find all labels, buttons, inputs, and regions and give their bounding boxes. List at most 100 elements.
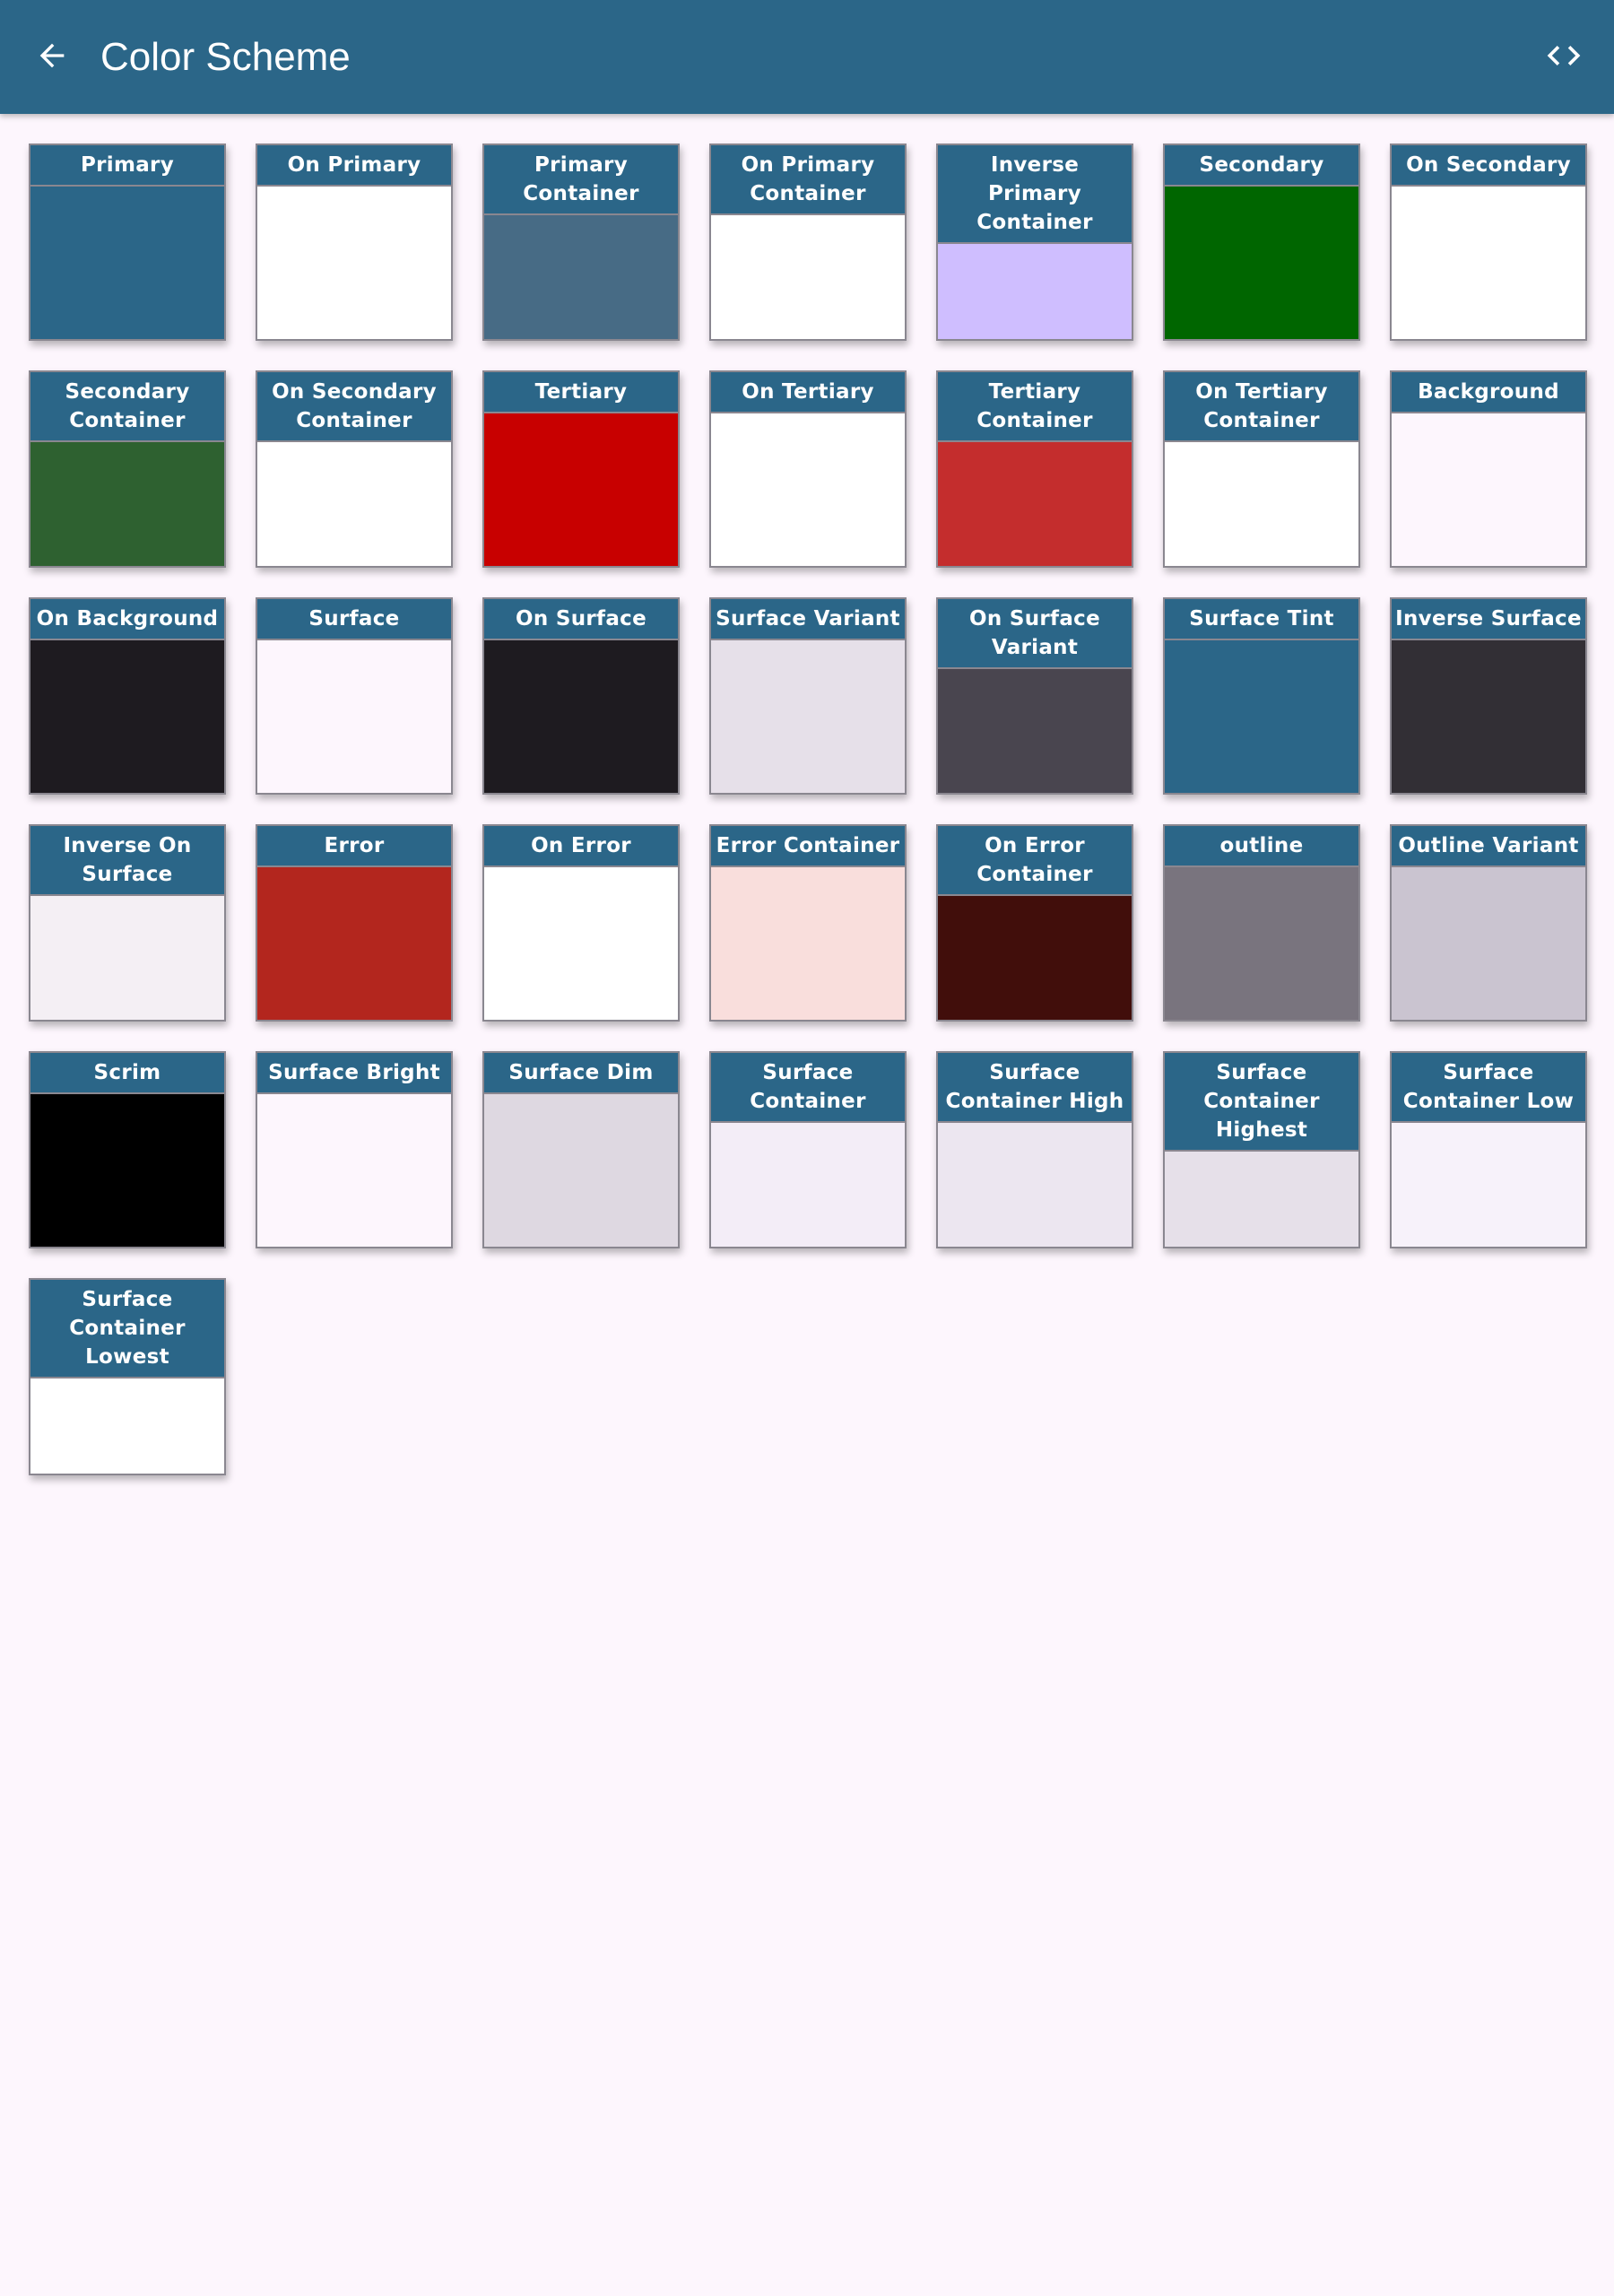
swatch-color bbox=[1392, 867, 1585, 1020]
swatch-color bbox=[711, 640, 905, 793]
color-swatch: On Secondary bbox=[1390, 144, 1587, 341]
color-swatch: Outline Variant bbox=[1390, 824, 1587, 1022]
color-swatch: Primary bbox=[29, 144, 226, 341]
swatch-label: Tertiary Container bbox=[938, 372, 1132, 442]
swatch-label: Surface Container Low bbox=[1392, 1053, 1585, 1123]
swatch-label: Surface Container bbox=[711, 1053, 905, 1123]
color-swatch: Error Container bbox=[709, 824, 907, 1022]
color-swatch: Tertiary bbox=[482, 370, 680, 568]
back-button[interactable] bbox=[23, 27, 81, 84]
swatch-label: Surface Tint bbox=[1165, 599, 1358, 640]
swatch-color bbox=[484, 867, 678, 1020]
swatch-color bbox=[1165, 640, 1358, 793]
color-swatch: outline bbox=[1163, 824, 1360, 1022]
swatch-color bbox=[30, 187, 224, 339]
swatch-label: On Secondary Container bbox=[257, 372, 451, 442]
swatch-label: Surface Container High bbox=[938, 1053, 1132, 1123]
color-swatch: On Primary Container bbox=[709, 144, 907, 341]
color-swatch: On Secondary Container bbox=[256, 370, 453, 568]
swatch-color bbox=[484, 640, 678, 793]
color-swatch: Secondary Container bbox=[29, 370, 226, 568]
color-swatch: Surface Container Lowest bbox=[29, 1278, 226, 1475]
color-swatch: On Primary bbox=[256, 144, 453, 341]
color-swatch: Scrim bbox=[29, 1051, 226, 1248]
swatch-color bbox=[257, 187, 451, 339]
swatch-color bbox=[257, 1094, 451, 1247]
swatch-color bbox=[1392, 187, 1585, 339]
swatch-color bbox=[30, 1094, 224, 1247]
swatch-label: On Surface Variant bbox=[938, 599, 1132, 669]
swatch-color bbox=[711, 215, 905, 339]
swatch-color bbox=[1392, 1123, 1585, 1247]
swatch-label: Secondary bbox=[1165, 145, 1358, 187]
color-swatch: Surface Bright bbox=[256, 1051, 453, 1248]
color-swatch: Surface Container Highest bbox=[1163, 1051, 1360, 1248]
swatch-label: On Surface bbox=[484, 599, 678, 640]
swatch-color bbox=[938, 244, 1132, 339]
swatch-label: On Tertiary Container bbox=[1165, 372, 1358, 442]
swatch-color bbox=[30, 1378, 224, 1474]
color-swatch: Inverse On Surface bbox=[29, 824, 226, 1022]
swatch-color bbox=[711, 413, 905, 566]
color-swatch: Inverse Primary Container bbox=[936, 144, 1133, 341]
swatch-color bbox=[484, 413, 678, 566]
color-swatch: On Surface Variant bbox=[936, 597, 1133, 795]
swatch-label: On Background bbox=[30, 599, 224, 640]
swatch-label: Inverse Primary Container bbox=[938, 145, 1132, 244]
swatch-label: Secondary Container bbox=[30, 372, 224, 442]
swatch-label: Primary bbox=[30, 145, 224, 187]
app-bar: Color Scheme bbox=[0, 0, 1614, 114]
swatch-label: On Error Container bbox=[938, 826, 1132, 896]
swatch-label: Primary Container bbox=[484, 145, 678, 215]
color-swatch: On Surface bbox=[482, 597, 680, 795]
swatch-label: Outline Variant bbox=[1392, 826, 1585, 867]
code-icon bbox=[1547, 46, 1581, 65]
swatch-color bbox=[484, 215, 678, 339]
swatch-label: Tertiary bbox=[484, 372, 678, 413]
swatch-label: On Tertiary bbox=[711, 372, 905, 413]
swatch-label: Scrim bbox=[30, 1053, 224, 1094]
color-swatch: On Background bbox=[29, 597, 226, 795]
color-swatch: Tertiary Container bbox=[936, 370, 1133, 568]
swatch-color bbox=[30, 640, 224, 793]
swatch-label: Background bbox=[1392, 372, 1585, 413]
swatch-color bbox=[938, 1123, 1132, 1247]
color-swatch: On Error Container bbox=[936, 824, 1133, 1022]
swatch-color bbox=[30, 896, 224, 1020]
swatch-color bbox=[1392, 413, 1585, 566]
swatch-color bbox=[1165, 867, 1358, 1020]
swatch-label: Error Container bbox=[711, 826, 905, 867]
swatch-label: On Primary bbox=[257, 145, 451, 187]
swatch-label: Inverse On Surface bbox=[30, 826, 224, 896]
swatch-color bbox=[711, 867, 905, 1020]
swatch-color bbox=[938, 896, 1132, 1020]
color-swatch: Surface Dim bbox=[482, 1051, 680, 1248]
swatch-color bbox=[30, 442, 224, 566]
color-swatch: Inverse Surface bbox=[1390, 597, 1587, 795]
swatch-color bbox=[1392, 640, 1585, 793]
swatch-label: Surface Variant bbox=[711, 599, 905, 640]
swatch-label: On Primary Container bbox=[711, 145, 905, 215]
color-swatch: Surface Container Low bbox=[1390, 1051, 1587, 1248]
swatch-label: Surface Bright bbox=[257, 1053, 451, 1094]
swatch-color bbox=[938, 669, 1132, 793]
swatch-color bbox=[1165, 442, 1358, 566]
swatch-label: Surface Container Highest bbox=[1165, 1053, 1358, 1152]
swatch-label: On Secondary bbox=[1392, 145, 1585, 187]
swatch-label: Surface Dim bbox=[484, 1053, 678, 1094]
color-swatch: On Tertiary Container bbox=[1163, 370, 1360, 568]
swatch-label: Error bbox=[257, 826, 451, 867]
swatch-color bbox=[711, 1123, 905, 1247]
swatch-color bbox=[257, 867, 451, 1020]
color-swatch: Secondary bbox=[1163, 144, 1360, 341]
color-swatch: Surface Tint bbox=[1163, 597, 1360, 795]
swatch-color bbox=[257, 640, 451, 793]
page-title: Color Scheme bbox=[100, 35, 351, 79]
swatch-color bbox=[1165, 1152, 1358, 1247]
view-code-button[interactable] bbox=[1535, 27, 1592, 84]
color-swatch-grid: Primary On Primary Primary Container On Pri… bbox=[29, 144, 1587, 1475]
swatch-label: On Error bbox=[484, 826, 678, 867]
color-swatch: Surface Variant bbox=[709, 597, 907, 795]
swatch-color bbox=[938, 442, 1132, 566]
arrow-back-icon bbox=[39, 43, 65, 68]
